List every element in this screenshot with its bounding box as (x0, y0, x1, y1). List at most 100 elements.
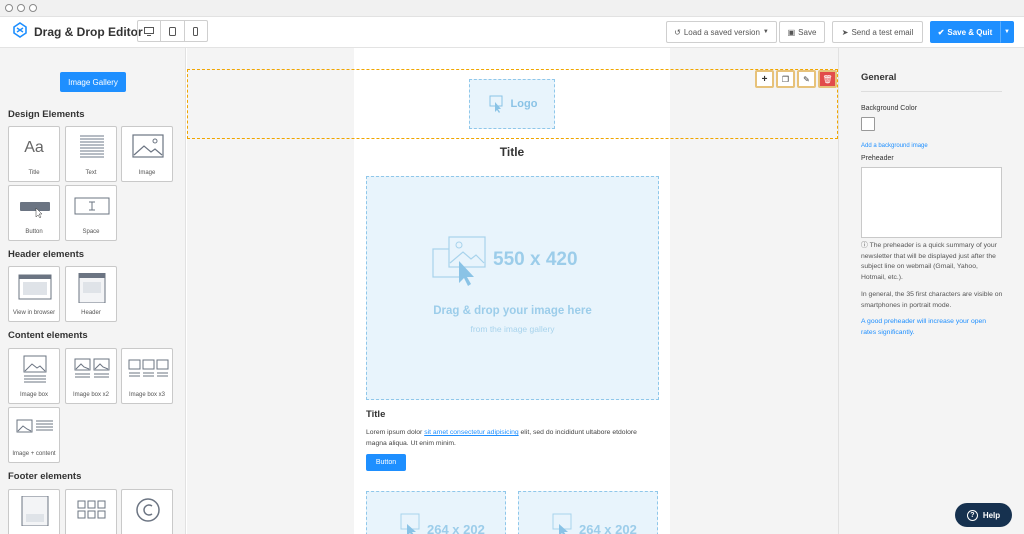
element-view-in-browser-label: View in browser (12, 310, 56, 316)
content-title[interactable]: Title (366, 409, 385, 420)
background-color-swatch[interactable] (861, 117, 875, 131)
element-text[interactable]: Text (65, 126, 117, 182)
background-color-label: Background Color (861, 105, 918, 112)
send-test-email-button[interactable]: ➤ Send a test email (832, 21, 923, 43)
preheader-note: In general, the 35 first characters are … (861, 291, 1003, 309)
image-gallery-button[interactable]: Image Gallery (60, 72, 126, 92)
help-button[interactable]: ? Help (955, 503, 1012, 527)
image-dimensions: 550 x 420 (493, 249, 578, 270)
preheader-tip: A good preheader will increase your open… (861, 318, 987, 336)
element-button-label: Button (25, 229, 43, 235)
image-placeholder-right[interactable]: 264 x 202 (518, 491, 658, 534)
element-header[interactable]: Header (65, 266, 117, 322)
element-space[interactable]: Space (65, 185, 117, 241)
gallery-hint-text: from the image gallery (470, 324, 555, 334)
header-elements-heading: Header elements (8, 249, 85, 260)
pencil-icon: ✎ (803, 74, 810, 84)
duplicate-row-button[interactable]: ❐ (776, 70, 795, 88)
save-and-quit-label: Save & Quit (947, 27, 993, 37)
save-and-quit-button[interactable]: ✔ Save & Quit (930, 21, 1000, 43)
image-placeholder-icon (400, 513, 420, 534)
add-row-button[interactable]: + (755, 70, 774, 88)
image-box-x2-icon (74, 358, 110, 378)
add-background-image-link[interactable]: Add a background image (861, 143, 928, 149)
tablet-view-button[interactable] (161, 21, 185, 41)
image-placeholder-icon (489, 95, 503, 113)
toolbar: Drag & Drop Editor ↺ Load a saved versio… (0, 17, 1024, 48)
content-elements-heading: Content elements (8, 330, 88, 341)
image-dimensions-right: 264 x 202 (579, 522, 637, 534)
app-title: Drag & Drop Editor (34, 25, 143, 39)
element-social-links[interactable] (65, 489, 117, 534)
device-switcher (137, 20, 208, 42)
element-button[interactable]: Button (8, 185, 60, 241)
content-text-start: Lorem ipsum dolor (366, 429, 425, 436)
element-title-label: Title (28, 170, 40, 176)
desktop-view-button[interactable] (138, 21, 162, 41)
save-button[interactable]: ▣ Save (779, 21, 825, 43)
element-image-box[interactable]: Image box (8, 348, 60, 404)
panel-title: General (861, 72, 897, 83)
logo-placeholder[interactable]: Logo (469, 79, 555, 129)
image-content-icon (16, 419, 53, 433)
window-titlebar (0, 0, 1024, 17)
element-view-in-browser[interactable]: View in browser (8, 266, 60, 322)
email-button[interactable]: Button (366, 454, 406, 471)
floppy-icon: ▣ (787, 27, 796, 37)
caret-down-icon: ▼ (762, 29, 769, 35)
email-canvas: Logo + ❐ ✎ 🗑 Title 550 x 420 Drag & drop… (187, 48, 838, 534)
app-logo-icon (13, 22, 27, 38)
email-title[interactable]: Title (354, 145, 670, 159)
content-text[interactable]: Lorem ipsum dolor sit amet consectetur a… (366, 427, 659, 449)
element-footer[interactable] (8, 489, 60, 534)
load-saved-version-button[interactable]: ↺ Load a saved version ▼ (666, 21, 777, 43)
space-icon (74, 197, 110, 215)
mobile-view-button[interactable] (185, 21, 207, 41)
main-image-placeholder[interactable]: 550 x 420 Drag & drop your image here fr… (366, 176, 659, 400)
history-icon: ↺ (674, 27, 681, 37)
info-icon: ⓘ (861, 242, 870, 249)
element-image-label: Image (138, 170, 156, 176)
image-box-x3-icon (128, 359, 169, 377)
element-image[interactable]: Image (121, 126, 173, 182)
settings-panel: General Background Color Add a backgroun… (838, 48, 1024, 534)
preheader-textarea[interactable] (861, 167, 1002, 238)
window-dot-icon[interactable] (17, 4, 25, 12)
window-dot-icon[interactable] (5, 4, 13, 12)
image-placeholder-icon (432, 236, 486, 286)
content-text-link[interactable]: sit amet consectetur adipisicing (424, 429, 518, 436)
load-saved-version-label: Load a saved version (683, 27, 760, 37)
element-image-box-x2[interactable]: Image box x2 (65, 348, 117, 404)
image-dimensions-left: 264 x 202 (427, 522, 485, 534)
text-lines-icon (80, 135, 104, 158)
question-icon: ? (966, 509, 978, 521)
delete-row-button[interactable]: 🗑 (818, 70, 837, 88)
paper-plane-icon: ➤ (841, 27, 849, 37)
title-glyph-icon: Aa (24, 139, 44, 156)
button-shape-icon (20, 202, 50, 219)
footer-layout-icon (21, 496, 49, 526)
row-actions: + ❐ ✎ 🗑 (755, 70, 837, 88)
element-image-box-x3[interactable]: Image box x3 (121, 348, 173, 404)
element-image-plus-content[interactable]: Image + content (8, 407, 60, 463)
element-title[interactable]: Aa Title (8, 126, 60, 182)
copy-icon: ❐ (781, 74, 790, 84)
save-label: Save (798, 27, 817, 37)
element-image-plus-content-label: Image + content (12, 451, 56, 457)
image-placeholder-icon (552, 513, 572, 534)
panel-divider (861, 91, 1002, 92)
plus-icon: + (761, 73, 768, 85)
tablet-icon (168, 26, 176, 36)
save-options-dropdown[interactable]: ▼ (1000, 21, 1014, 43)
desktop-icon (144, 26, 155, 36)
footer-elements-heading: Footer elements (8, 471, 82, 482)
image-placeholder-left[interactable]: 264 x 202 (366, 491, 506, 534)
element-text-label: Text (85, 170, 97, 176)
trash-icon: 🗑 (822, 74, 833, 84)
window-dot-icon[interactable] (29, 4, 37, 12)
edit-row-button[interactable]: ✎ (797, 70, 816, 88)
preheader-label: Preheader (861, 155, 894, 162)
element-copyright[interactable] (121, 489, 173, 534)
help-label: Help (982, 510, 1001, 520)
header-layout-icon (78, 273, 106, 303)
